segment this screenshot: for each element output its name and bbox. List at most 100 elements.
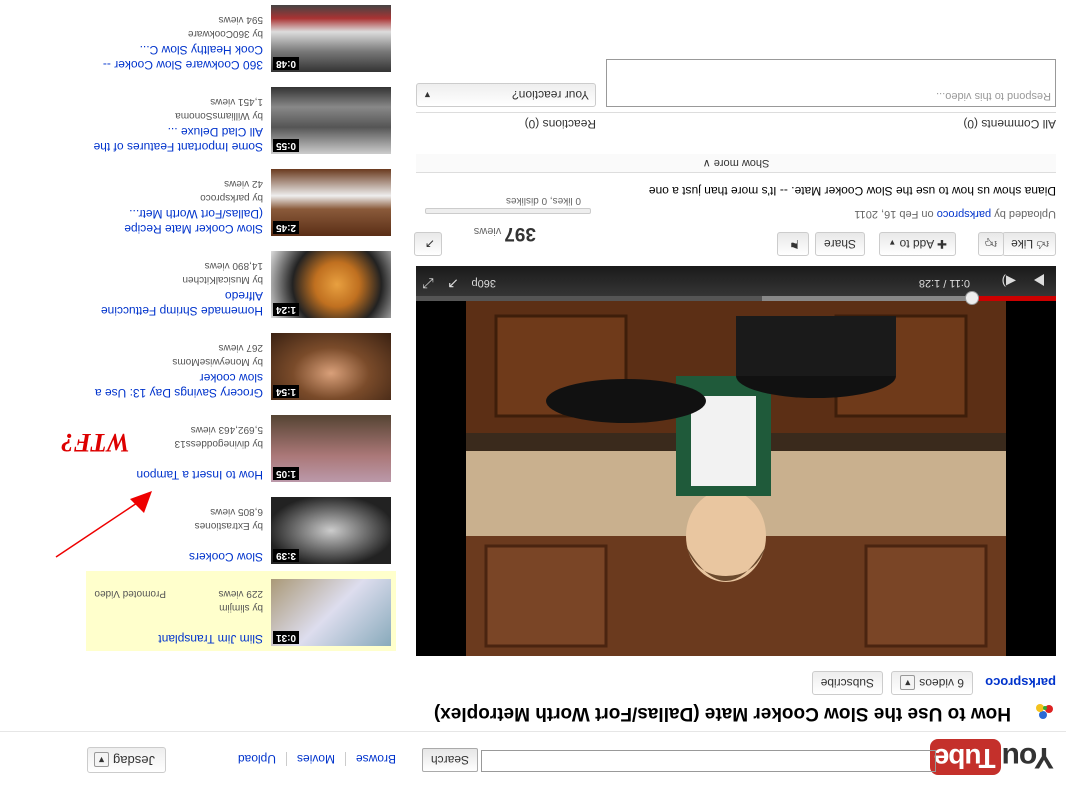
- youtube-logo[interactable]: You Tube: [929, 739, 1054, 775]
- video-description: Diana show us how to use the Slow Cooker…: [648, 184, 1056, 198]
- reaction-select[interactable]: Your reaction? ▼: [416, 83, 596, 107]
- show-more-button[interactable]: Show more ∨: [416, 154, 1056, 173]
- related-video-author: by parksproco: [200, 192, 263, 203]
- related-video-author: by WilliamsSonoma: [175, 110, 263, 121]
- like-label: Like: [1011, 237, 1034, 251]
- search-input[interactable]: [481, 750, 936, 772]
- related-video-author: by divinegoddess13: [174, 438, 263, 449]
- chevron-down-icon: ▼: [94, 751, 110, 767]
- flag-icon: ⚑: [789, 237, 800, 251]
- related-video-item[interactable]: 0:31 Slim Jim Transplant by slimjim 229 …: [86, 571, 396, 651]
- reactions-heading: Reactions (0): [524, 117, 596, 131]
- video-thumbnail[interactable]: 0:55: [271, 87, 391, 154]
- duration-badge: 3:39: [273, 549, 300, 562]
- video-player[interactable]: ◀) 0:11 / 1:28 360p ↗ ⤢: [416, 266, 1056, 656]
- uploaded-date: on Feb 16, 2011: [854, 208, 934, 220]
- duration-badge: 0:31: [273, 631, 300, 644]
- masthead: You Tube Search BrowseMoviesUpload Jesda…: [0, 731, 1066, 787]
- related-video-title[interactable]: Slow Cooker Mate Recipe (Dallas/Fort Wor…: [88, 206, 263, 236]
- video-thumbnail[interactable]: 1:24: [271, 251, 391, 318]
- related-video-views: 1,451 views: [210, 96, 263, 107]
- views-number: 397: [504, 223, 536, 244]
- add-to-button[interactable]: ✚ Add to ▼: [879, 232, 956, 256]
- time-display: 0:11 / 1:28: [918, 277, 970, 289]
- wtf-annotation: WTF?: [60, 428, 130, 457]
- channel-name[interactable]: parksproco: [985, 675, 1056, 690]
- logo-you: You: [1002, 741, 1054, 774]
- chevron-down-icon: ▼: [423, 90, 432, 100]
- user-menu-button[interactable]: Jesdag▼: [87, 747, 166, 773]
- nav-links: BrowseMoviesUpload: [228, 752, 406, 766]
- related-video-title[interactable]: 360 Cookware Slow Cooker -- Cook Healthy…: [88, 42, 263, 72]
- related-video-views: 229 views: [218, 588, 263, 599]
- videos-count: 6 videos: [919, 676, 964, 690]
- reaction-select-label: Your reaction?: [512, 88, 589, 102]
- volume-icon[interactable]: ◀): [1002, 273, 1016, 289]
- related-video-views: 5,692,463 views: [190, 424, 263, 435]
- related-video-views: 267 views: [218, 342, 263, 353]
- related-video-author: by Extrastiones: [194, 520, 263, 531]
- popout-icon[interactable]: ↗: [447, 275, 459, 292]
- uploaded-prefix: Uploaded by: [994, 208, 1056, 220]
- duration-badge: 0:55: [273, 139, 300, 152]
- quality-label[interactable]: 360p: [472, 277, 496, 289]
- video-thumbnail[interactable]: 0:31: [271, 579, 391, 646]
- thumbs-up-icon: 👍︎: [1036, 237, 1049, 251]
- video-thumbnail[interactable]: 1:54: [271, 333, 391, 400]
- video-frame: [466, 301, 1006, 656]
- video-thumbnail[interactable]: 1:05: [271, 415, 391, 482]
- uploader-link[interactable]: parksproco: [937, 208, 991, 220]
- play-icon[interactable]: [1034, 274, 1044, 286]
- related-video-title[interactable]: Homemade Shrimp Fettuccine Alfredo: [88, 288, 263, 318]
- duration-badge: 0:48: [273, 57, 300, 70]
- duration-badge: 1:05: [273, 467, 300, 480]
- related-video-item[interactable]: 1:05 How to Insert a Tampon by divinegod…: [86, 407, 396, 487]
- related-video-item[interactable]: 0:55 Some Important Features of the All …: [86, 79, 396, 159]
- dislike-button[interactable]: 👎︎: [977, 232, 1004, 256]
- comment-textarea[interactable]: Respond to this video...: [606, 59, 1056, 107]
- logo-tube: Tube: [929, 739, 1001, 775]
- related-video-item[interactable]: 0:48 360 Cookware Slow Cooker -- Cook He…: [86, 0, 396, 77]
- related-video-views: 6,805 views: [210, 506, 263, 517]
- add-to-label: Add to: [899, 237, 935, 251]
- show-more-label: Show more: [713, 157, 770, 169]
- related-video-views: 594 views: [218, 14, 263, 25]
- stats-button[interactable]: ↗: [414, 232, 442, 256]
- nav-browse[interactable]: Browse: [344, 752, 406, 766]
- related-video-author: by 360Cookware: [187, 28, 263, 39]
- nav-upload[interactable]: Upload: [228, 752, 286, 766]
- search-button[interactable]: Search: [421, 748, 478, 772]
- fullscreen-icon[interactable]: ⤢: [423, 275, 434, 292]
- channel-videos-button[interactable]: 6 videos▼: [891, 671, 973, 695]
- like-button[interactable]: 👍︎ Like: [1002, 232, 1056, 256]
- related-video-views: 14,890 views: [204, 260, 263, 271]
- related-video-title[interactable]: Grocery Savings Day 13: Use a slow cooke…: [88, 370, 263, 400]
- chart-icon: ↗: [424, 237, 435, 251]
- buffered-bar: [761, 296, 973, 301]
- share-button[interactable]: Share: [814, 232, 865, 256]
- related-video-title[interactable]: Some Important Features of the All Clad …: [88, 124, 263, 154]
- subscribe-button[interactable]: Subscribe: [811, 671, 883, 695]
- username: Jesdag: [113, 753, 155, 768]
- video-thumbnail[interactable]: 3:39: [271, 497, 391, 564]
- upload-info: Uploaded by parksproco on Feb 16, 2011: [854, 208, 1056, 220]
- flag-button[interactable]: ⚑: [777, 232, 809, 256]
- related-video-item[interactable]: 1:54 Grocery Savings Day 13: Use a slow …: [86, 325, 396, 405]
- promoted-label: Promoted Video: [94, 588, 166, 599]
- related-video-title[interactable]: How to Insert a Tampon: [88, 467, 263, 482]
- progress-bar[interactable]: [416, 291, 1056, 305]
- related-video-item[interactable]: 2:45 Slow Cooker Mate Recipe (Dallas/For…: [86, 161, 396, 241]
- views-label: views: [473, 225, 502, 237]
- related-video-item[interactable]: 1:24 Homemade Shrimp Fettuccine Alfredo …: [86, 243, 396, 323]
- played-bar: [972, 296, 1056, 301]
- page-rotated-180: You Tube Search BrowseMoviesUpload Jesda…: [0, 0, 1066, 787]
- video-thumbnail[interactable]: 2:45: [271, 169, 391, 236]
- related-video-title[interactable]: Slim Jim Transplant: [88, 631, 263, 646]
- scrubber-handle[interactable]: [964, 291, 979, 305]
- comments-divider: [416, 112, 1056, 113]
- duration-badge: 1:54: [273, 385, 300, 398]
- video-thumbnail[interactable]: 0:48: [271, 5, 391, 72]
- view-count: 397views: [474, 222, 536, 244]
- related-video-author: by MusicalKitchen: [182, 274, 263, 285]
- nav-movies[interactable]: Movies: [285, 752, 345, 766]
